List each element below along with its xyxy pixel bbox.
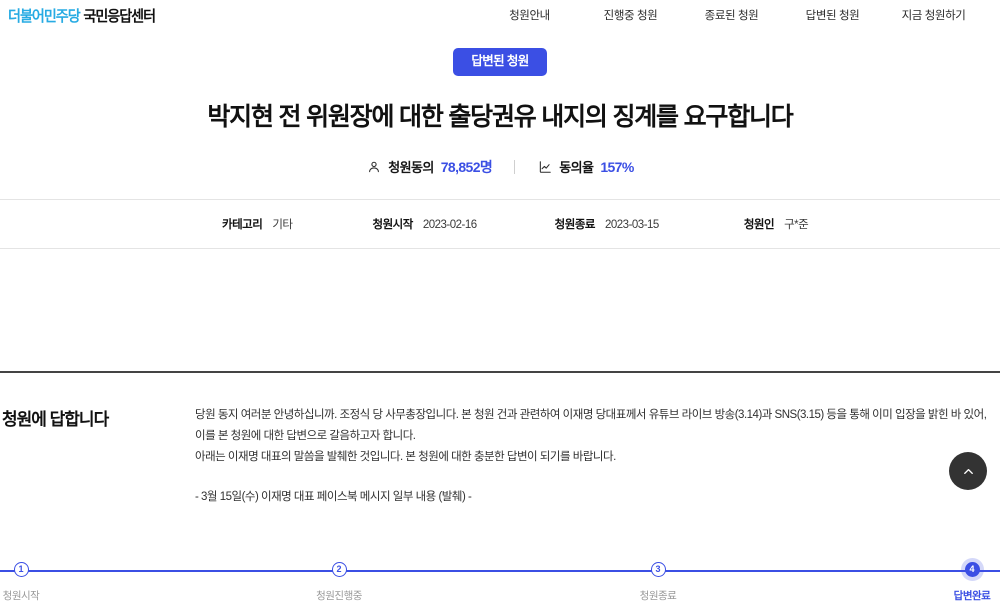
nav-item-guide[interactable]: 청원안내 (479, 7, 580, 23)
meta-end-value: 2023-03-15 (604, 218, 659, 231)
progress-step-2-dot: 2 (331, 561, 347, 577)
meta-end-label: 청원종료 (554, 218, 596, 231)
nav-item-ongoing[interactable]: 진행중 청원 (580, 7, 681, 23)
nav-item-create[interactable]: 지금 청원하기 (883, 7, 984, 23)
stat-rate-label: 동의율 (559, 160, 594, 176)
main-navigation: 청원안내 진행중 청원 종료된 청원 답변된 청원 지금 청원하기 (479, 7, 984, 23)
person-icon (366, 159, 381, 174)
progress-step-3-label: 청원종료 (639, 589, 677, 602)
meta-petitioner-value: 구*준 (784, 218, 809, 231)
progress-step-1-dot: 1 (13, 561, 29, 577)
answer-heading: 청원에 답합니다 (2, 409, 109, 429)
meta-petitioner: 청원인 구*준 (743, 216, 809, 232)
meta-category: 카테고리 기타 (222, 216, 293, 232)
progress-step-1: 1 청원시작 (0, 561, 81, 603)
answer-section: 청원에 답합니다 당원 동지 여러분 안녕하십니까. 조정식 당 사무총장입니다… (0, 373, 1000, 508)
meta-category-label: 카테고리 (222, 218, 263, 231)
petition-progress: 1 청원시작 2 청원진행중 3 청원종료 4 답변완료 (0, 271, 1000, 602)
meta-petitioner-label: 청원인 (743, 218, 775, 231)
page-title: 박지현 전 위원장에 대한 출당권유 내지의 징계를 요구합니다 (207, 102, 793, 131)
progress-step-2: 2 청원진행중 (279, 561, 399, 603)
meta-category-value: 기타 (272, 218, 293, 231)
scroll-to-top-button[interactable] (949, 452, 987, 490)
site-logo[interactable]: 더불어민주당 국민응답센터 (8, 5, 156, 26)
progress-step-1-label: 청원시작 (2, 589, 40, 602)
progress-step-4-label: 답변완료 (953, 589, 991, 602)
chevron-up-icon (961, 464, 976, 479)
answer-body: 당원 동지 여러분 안녕하십니까. 조정식 당 사무총장입니다. 본 청원 건과… (195, 405, 1000, 508)
answer-spacer (195, 469, 990, 487)
meta-bottom-divider (0, 247, 1000, 249)
petition-meta: 카테고리 기타 청원시작 2023-02-16 청원종료 2023-03-15 … (0, 200, 1000, 248)
progress-track (0, 569, 1000, 572)
chart-icon (537, 159, 552, 174)
progress-step-4-dot: 4 (964, 561, 980, 577)
meta-start-date: 청원시작 2023-02-16 (372, 216, 478, 232)
nav-item-closed[interactable]: 종료된 청원 (681, 7, 782, 23)
stat-rate-value: 157% (600, 158, 634, 175)
petition-hero: 답변된 청원 박지현 전 위원장에 대한 출당권유 내지의 징계를 요구합니다 … (0, 30, 1000, 177)
progress-step-4: 4 답변완료 (912, 561, 1000, 603)
stat-agree-count: 청원동의 78,852명 (366, 157, 493, 177)
petition-stats: 청원동의 78,852명 동의율 157% (0, 157, 1000, 177)
progress-step-3-dot: 3 (650, 561, 666, 577)
meta-start-label: 청원시작 (372, 218, 414, 231)
answer-paragraph-2: 아래는 이재명 대표의 말씀을 발췌한 것입니다. 본 청원에 대한 충분한 답… (195, 451, 616, 464)
stat-agree-label: 청원동의 (388, 160, 434, 176)
stats-divider (514, 159, 516, 174)
meta-end-date: 청원종료 2023-03-15 (554, 216, 660, 232)
meta-start-value: 2023-02-16 (422, 218, 477, 231)
nav-item-answered[interactable]: 답변된 청원 (782, 7, 883, 23)
progress-step-2-label: 청원진행중 (316, 589, 362, 602)
answer-paragraph-1: 당원 동지 여러분 안녕하십니까. 조정식 당 사무총장입니다. 본 청원 건과… (195, 408, 987, 443)
logo-center-text: 국민응답센터 (83, 7, 156, 25)
progress-steps: 1 청원시작 2 청원진행중 3 청원종료 4 답변완료 (0, 271, 1000, 602)
site-header: 더불어민주당 국민응답센터 청원안내 진행중 청원 종료된 청원 답변된 청원 … (0, 0, 1000, 30)
stat-agree-value: 78,852명 (440, 158, 493, 175)
progress-step-3: 3 청원종료 (598, 561, 718, 603)
logo-party-text: 더불어민주당 (8, 7, 81, 25)
status-badge: 답변된 청원 (453, 48, 547, 76)
stat-agree-rate: 동의율 157% (537, 157, 634, 176)
